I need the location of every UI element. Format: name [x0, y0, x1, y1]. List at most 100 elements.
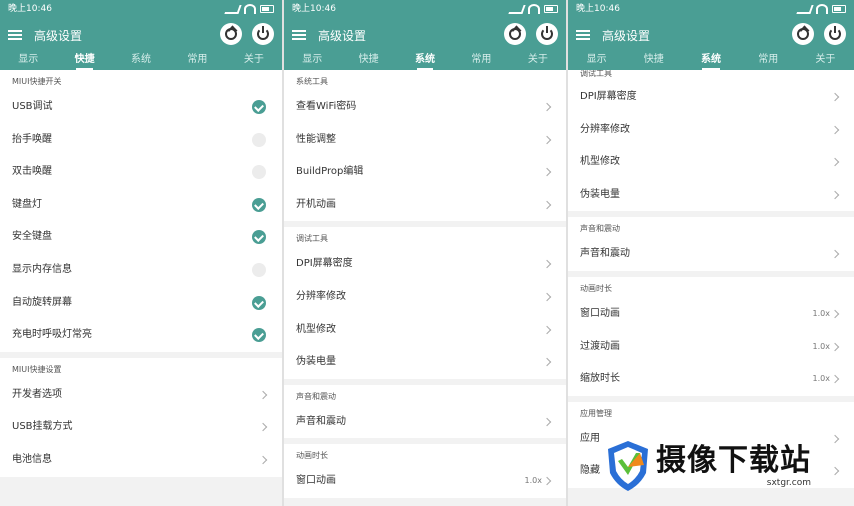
settings-item[interactable]: 电池信息 — [0, 444, 282, 477]
wifi-icon — [528, 4, 540, 14]
settings-item[interactable]: 性能调整 — [284, 124, 566, 157]
tab-item[interactable]: 常用 — [740, 52, 797, 70]
phone-screen: 晚上10:46 高级设置 显示 快捷 系统 常用 关于 系统工具 查看WiFi密码 性能调整 Bui… — [284, 0, 568, 506]
tab-item[interactable]: 显示 — [568, 52, 625, 70]
battery-icon — [544, 5, 558, 13]
tab-item[interactable]: 常用 — [453, 52, 509, 70]
tab-item[interactable]: 快捷 — [625, 52, 682, 70]
item-label: 查看WiFi密码 — [296, 101, 357, 112]
checked-icon[interactable] — [252, 230, 266, 245]
checked-icon[interactable] — [252, 197, 266, 212]
checked-icon[interactable] — [252, 100, 266, 114]
tab-bar: 显示 快捷 系统 常用 关于 — [284, 52, 566, 70]
settings-item[interactable]: 机型修改 — [284, 314, 566, 347]
menu-icon[interactable] — [576, 30, 590, 40]
settings-item[interactable]: USB调试 — [0, 91, 282, 124]
settings-item[interactable]: 查看WiFi密码 — [284, 91, 566, 124]
settings-item[interactable]: 安全键盘 — [0, 221, 282, 254]
section-title: 调试工具 — [580, 70, 612, 78]
chevron-right-icon — [542, 200, 552, 210]
tab-item[interactable]: 关于 — [510, 52, 566, 70]
item-label: 抬手唤醒 — [12, 133, 52, 145]
chevron-right-icon — [258, 455, 268, 465]
app-header: 晚上10:46 高级设置 显示 快捷 系统 常用 关于 — [568, 0, 854, 70]
unchecked-icon[interactable] — [252, 132, 266, 147]
signal-icon — [796, 4, 814, 14]
tab-item[interactable]: 快捷 — [56, 52, 112, 70]
status-bar: 晚上10:46 — [284, 0, 566, 18]
item-value: 1.0x — [812, 341, 830, 351]
menu-icon[interactable] — [292, 30, 306, 40]
power-button[interactable] — [536, 23, 558, 45]
watermark-title: 摄像下载站 — [656, 443, 811, 478]
tab-item[interactable]: 显示 — [0, 52, 56, 70]
reboot-button[interactable] — [220, 23, 242, 45]
checked-icon[interactable] — [252, 328, 266, 343]
screens-container: 晚上10:46 高级设置 显示 快捷 系统 常用 关于 MIUI快捷开关 USB调试 抬手唤醒 双击… — [0, 0, 854, 506]
tab-item[interactable]: 显示 — [284, 52, 340, 70]
settings-item[interactable]: DPI屏幕密度 — [568, 81, 854, 114]
status-time: 晚上10:46 — [292, 4, 336, 14]
chevron-right-icon — [830, 92, 840, 102]
tab-item[interactable]: 关于 — [797, 52, 854, 70]
chevron-right-icon — [542, 417, 552, 426]
settings-item[interactable]: 伪装电量 — [568, 179, 854, 212]
settings-item[interactable]: 窗口动画 1.0x — [568, 298, 854, 331]
unchecked-icon[interactable] — [252, 165, 266, 180]
menu-icon[interactable] — [8, 30, 22, 40]
settings-item[interactable]: 键盘灯 — [0, 189, 282, 222]
item-label: 过渡动画 — [580, 340, 620, 352]
tab-item[interactable]: 快捷 — [340, 52, 396, 70]
section-title: 动画时长 — [296, 451, 328, 461]
unchecked-icon[interactable] — [252, 262, 266, 277]
tab-item[interactable]: 系统 — [113, 52, 169, 70]
settings-item[interactable]: 伪装电量 — [284, 346, 566, 379]
item-label: 分辨率修改 — [296, 290, 346, 302]
status-time: 晚上10:46 — [576, 4, 620, 14]
item-label: 充电时呼吸灯常亮 — [12, 329, 92, 341]
chevron-right-icon — [830, 190, 840, 200]
settings-section: 系统工具 查看WiFi密码 性能调整 BuildProp编辑 开机动画 — [284, 70, 566, 222]
item-label: 开发者选项 — [12, 388, 62, 400]
chevron-right-icon — [542, 292, 552, 302]
settings-item[interactable]: 自动旋转屏幕 — [0, 287, 282, 320]
settings-list: MIUI快捷开关 USB调试 抬手唤醒 双击唤醒 键盘灯 安全键盘 显示内存信息 自动旋转屏幕… — [0, 70, 282, 506]
settings-item[interactable]: 抬手唤醒 — [0, 124, 282, 157]
settings-item[interactable]: 缩放时长 1.0x — [568, 363, 854, 396]
item-value: 1.0x — [812, 308, 830, 318]
watermark: 摄像下载站 sxtgr.com — [606, 436, 846, 496]
checked-icon[interactable] — [252, 295, 266, 310]
settings-item[interactable]: 双击唤醒 — [0, 156, 282, 189]
settings-item[interactable]: BuildProp编辑 — [284, 156, 566, 189]
power-button[interactable] — [252, 23, 274, 45]
item-label: 窗口动画 — [296, 475, 336, 487]
item-label: BuildProp编辑 — [296, 166, 364, 178]
settings-list: 系统工具 查看WiFi密码 性能调整 BuildProp编辑 开机动画 调试工具 DPI屏幕… — [284, 70, 566, 506]
settings-item[interactable]: 分辨率修改 — [568, 114, 854, 147]
settings-item[interactable]: 过渡动画 1.0x — [568, 331, 854, 364]
settings-item[interactable]: 开机动画 — [284, 189, 566, 222]
settings-item[interactable]: DPI屏幕密度 — [284, 248, 566, 281]
tab-item[interactable]: 常用 — [169, 52, 225, 70]
reboot-button[interactable] — [504, 23, 526, 45]
reboot-button[interactable] — [792, 23, 814, 45]
settings-item[interactable]: 显示内存信息 — [0, 254, 282, 287]
settings-item[interactable]: 开发者选项 — [0, 379, 282, 412]
settings-item[interactable]: 窗口动画 1.0x — [284, 465, 566, 498]
tab-item[interactable]: 系统 — [682, 52, 739, 70]
settings-item[interactable]: 声音和震动 — [284, 406, 566, 439]
settings-item[interactable]: 分辨率修改 — [284, 281, 566, 314]
item-label: USB调试 — [12, 101, 53, 112]
settings-item[interactable]: 声音和震动 — [568, 238, 854, 271]
settings-item[interactable]: USB挂载方式 — [0, 411, 282, 444]
status-icons — [224, 0, 274, 18]
chevron-right-icon — [542, 167, 552, 177]
settings-item[interactable]: 充电时呼吸灯常亮 — [0, 319, 282, 352]
power-button[interactable] — [824, 23, 846, 45]
tab-item[interactable]: 关于 — [226, 52, 282, 70]
battery-icon — [260, 5, 274, 13]
settings-item[interactable]: 机型修改 — [568, 146, 854, 179]
page-title: 高级设置 — [34, 28, 83, 43]
item-value: 1.0x — [812, 374, 830, 384]
tab-item[interactable]: 系统 — [397, 52, 453, 70]
